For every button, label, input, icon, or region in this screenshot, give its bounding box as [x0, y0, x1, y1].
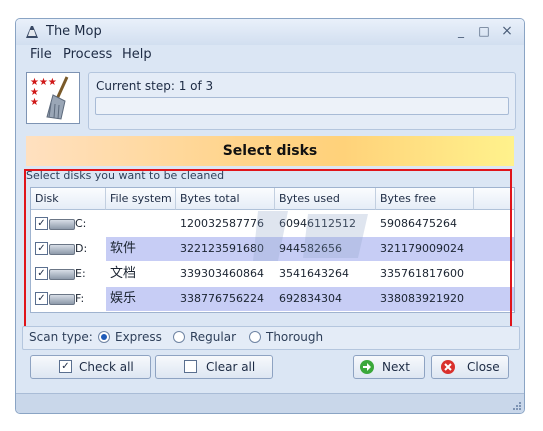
close-label: Close — [467, 360, 500, 374]
radio-regular[interactable] — [173, 331, 185, 343]
radio-express[interactable] — [98, 331, 110, 343]
status-bar — [16, 393, 524, 413]
window-title: The Mop — [46, 24, 102, 39]
menu-file[interactable]: File — [30, 47, 52, 62]
menu-bar: File Process Help — [16, 45, 524, 65]
arrow-right-icon — [360, 360, 374, 374]
maximize-button[interactable]: □ — [475, 22, 493, 40]
app-logo: ★★★ ★ ★ — [26, 72, 80, 124]
main-window: The Mop _ □ × File Process Help ★★★ ★ ★ … — [15, 18, 525, 414]
radio-express-label[interactable]: Express — [115, 330, 162, 344]
radio-thorough-label[interactable]: Thorough — [266, 330, 323, 344]
step-progress-bar — [95, 97, 509, 115]
resize-grip-icon[interactable] — [511, 402, 521, 412]
scan-type-label: Scan type: — [29, 330, 93, 344]
checkbox-empty-icon — [184, 360, 197, 373]
next-label: Next — [382, 360, 410, 374]
highlight-frame — [24, 169, 512, 335]
scan-type-panel: Scan type: Express Regular Thorough — [22, 326, 520, 350]
title-bar[interactable]: The Mop _ □ × — [16, 19, 524, 45]
check-all-label: Check all — [79, 360, 134, 374]
svg-text:★: ★ — [30, 97, 39, 108]
radio-thorough[interactable] — [249, 331, 261, 343]
clear-all-button[interactable]: Clear all — [155, 355, 273, 379]
minimize-button[interactable]: _ — [452, 22, 470, 40]
step-panel: Current step: 1 of 3 — [88, 72, 516, 130]
broom-stars-icon: ★★★ ★ ★ — [30, 76, 69, 120]
close-window-button[interactable]: × — [498, 22, 516, 40]
close-red-icon — [441, 360, 455, 374]
checkbox-checked-icon: ✓ — [59, 360, 72, 373]
next-button[interactable]: Next — [353, 355, 425, 379]
menu-process[interactable]: Process — [63, 47, 112, 62]
page-title: Select disks — [26, 136, 514, 166]
close-button[interactable]: Close — [431, 355, 509, 379]
clear-all-label: Clear all — [206, 360, 256, 374]
current-step-label: Current step: 1 of 3 — [96, 79, 214, 93]
radio-regular-label[interactable]: Regular — [190, 330, 236, 344]
menu-help[interactable]: Help — [122, 47, 152, 62]
check-all-button[interactable]: ✓ Check all — [30, 355, 151, 379]
mop-app-icon — [26, 26, 38, 38]
